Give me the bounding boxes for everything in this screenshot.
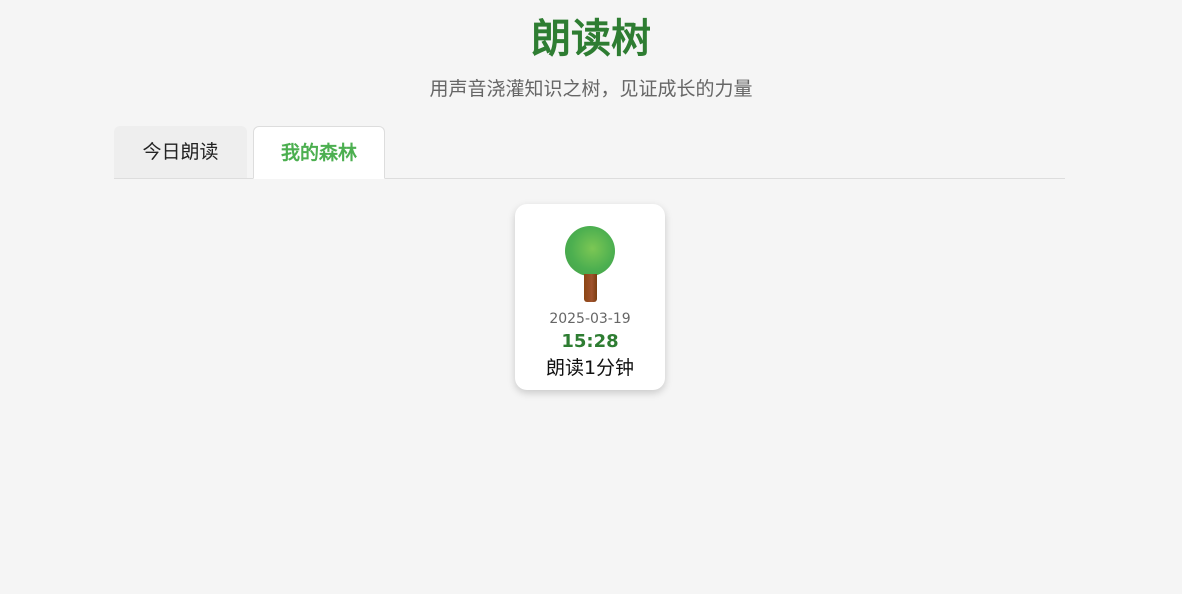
- tab-bar: 今日朗读 我的森林: [114, 126, 1065, 179]
- app-subtitle: 用声音浇灌知识之树，见证成长的力量: [429, 78, 753, 100]
- tree-duration: 朗读1分钟: [545, 357, 635, 379]
- app-title: 朗读树: [531, 16, 651, 62]
- tree-icon: [563, 226, 617, 304]
- tree-time: 15:28: [561, 331, 619, 352]
- tree-crown: [565, 226, 615, 276]
- tree-trunk: [584, 274, 597, 302]
- tree-card[interactable]: 2025-03-19 15:28 朗读1分钟: [515, 204, 665, 390]
- tree-date: 2025-03-19: [549, 311, 631, 327]
- tab-today-reading[interactable]: 今日朗读: [114, 126, 247, 178]
- app-page: 朗读树 用声音浇灌知识之树，见证成长的力量 今日朗读 我的森林 2025-03-…: [0, 0, 1182, 594]
- tab-my-forest[interactable]: 我的森林: [253, 126, 385, 179]
